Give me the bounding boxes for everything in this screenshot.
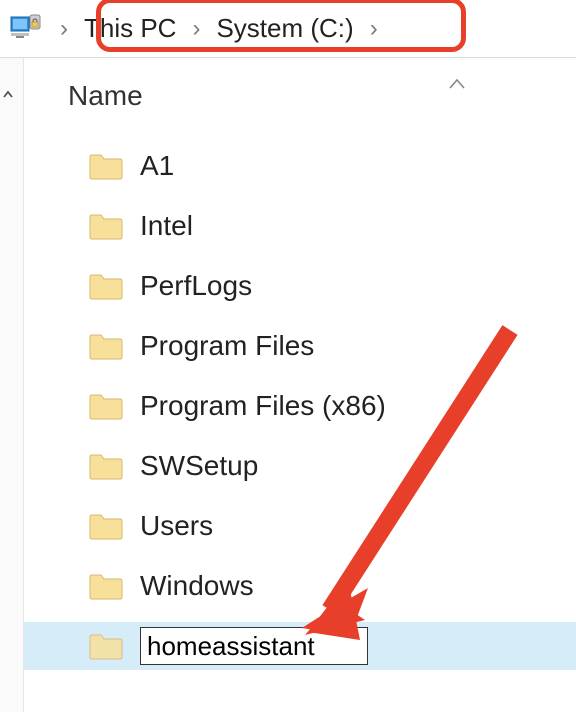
folder-row[interactable]: Program Files [68,322,576,370]
folder-icon [88,511,124,541]
this-pc-icon [10,13,46,45]
folder-icon [88,631,124,661]
folder-row[interactable]: PerfLogs [68,262,576,310]
folder-row[interactable]: Users [68,502,576,550]
folder-icon [88,571,124,601]
folder-row[interactable]: Intel [68,202,576,250]
chevron-right-icon[interactable]: › [50,15,78,43]
folder-row-editing[interactable] [24,622,576,670]
folder-row[interactable]: SWSetup [68,442,576,490]
breadcrumb-this-pc[interactable]: This PC [78,11,182,46]
folder-icon [88,391,124,421]
collapse-caret-icon[interactable] [0,86,16,109]
folder-icon [88,331,124,361]
column-header-name[interactable]: Name [68,80,143,112]
folder-icon [88,151,124,181]
folder-label: Users [140,510,213,542]
content-area: Name A1 Intel PerfLo [0,58,576,712]
file-list-pane: Name A1 Intel PerfLo [24,58,576,712]
folder-rename-input[interactable] [140,627,368,665]
folder-list: A1 Intel PerfLogs Program Files [68,142,576,670]
chevron-right-icon[interactable]: › [182,15,210,43]
breadcrumb-bar: › This PC › System (C:) › [0,0,576,58]
folder-label: Windows [140,570,254,602]
folder-label: A1 [140,150,174,182]
folder-icon [88,211,124,241]
breadcrumb-system-c[interactable]: System (C:) [210,11,359,46]
left-gutter [0,58,24,712]
folder-icon [88,271,124,301]
folder-icon [88,451,124,481]
column-header-row: Name [68,80,576,112]
folder-row[interactable]: Program Files (x86) [68,382,576,430]
folder-label: PerfLogs [140,270,252,302]
sort-indicator-icon [448,74,466,95]
folder-row[interactable]: A1 [68,142,576,190]
folder-label: SWSetup [140,450,258,482]
chevron-right-icon[interactable]: › [360,15,388,43]
folder-label: Intel [140,210,193,242]
folder-row[interactable]: Windows [68,562,576,610]
folder-label: Program Files [140,330,314,362]
folder-label: Program Files (x86) [140,390,386,422]
